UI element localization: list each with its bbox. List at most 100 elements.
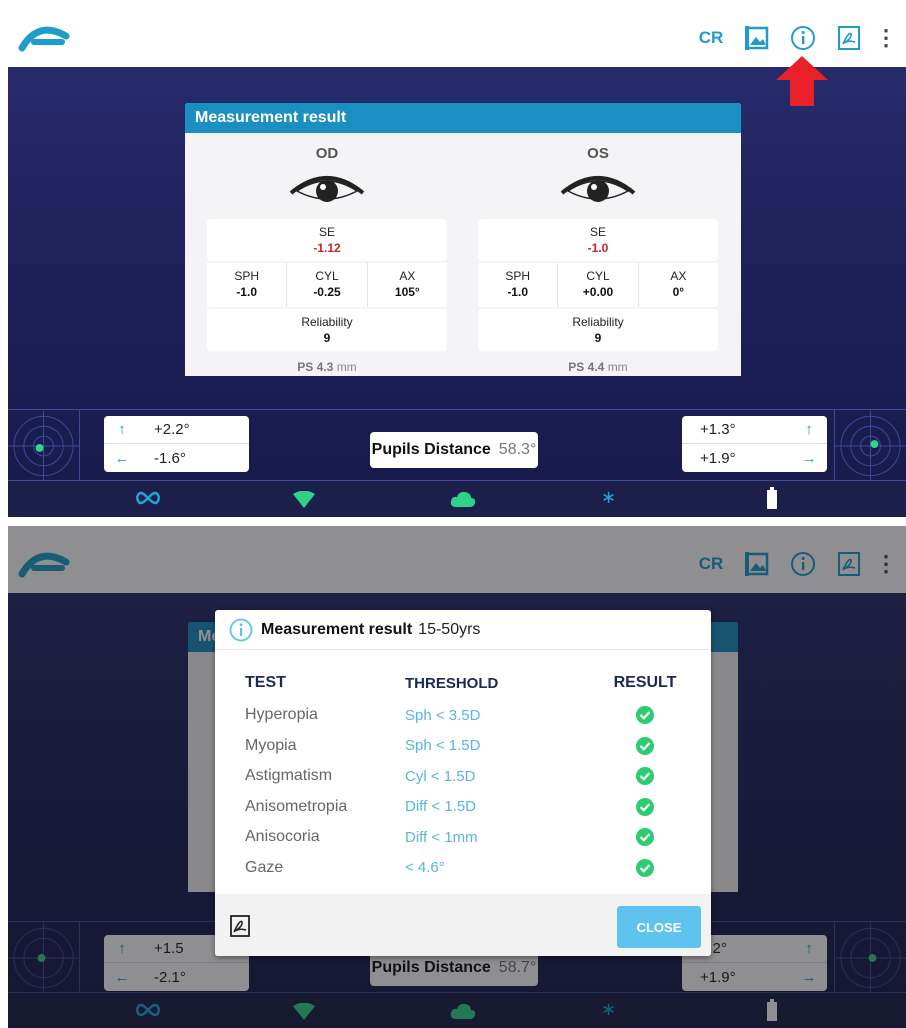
results-table: TEST THRESHOLD RESULT Hyperopia Sph < 3.… <box>245 666 685 883</box>
infinity-icon[interactable] <box>134 489 162 507</box>
result-cell <box>605 736 685 756</box>
toolbar-actions: CR ⋮ <box>688 22 900 54</box>
test-name: Anisocoria <box>245 828 320 846</box>
result-header: RESULT <box>613 674 677 691</box>
sph-cell: SPH -1.0 <box>207 263 288 307</box>
ax-label: AX <box>399 269 416 283</box>
threshold-value: Cyl < 1.5D <box>405 767 476 785</box>
more-vert-icon[interactable]: ⋮ <box>872 25 900 51</box>
test-header: TEST <box>245 674 286 691</box>
card-body: OD SE -1.12 SPH -1.0 CYL -0.25 AX 105° R… <box>185 133 741 376</box>
cyl-cell: CYL -0.25 <box>287 263 368 307</box>
close-button[interactable]: CLOSE <box>617 906 701 948</box>
se-value: -1.12 <box>313 241 341 255</box>
card-title: Measurement result <box>185 103 741 133</box>
se-value: -1.0 <box>587 241 609 255</box>
ps-unit: mm <box>607 360 628 374</box>
result-cell <box>605 797 685 817</box>
table-row: Myopia Sph < 1.5D <box>245 731 685 762</box>
battery-icon <box>767 487 777 509</box>
sph-label: SPH <box>234 269 259 283</box>
result-cell <box>605 766 685 786</box>
cyl-cell: CYL +0.00 <box>558 263 639 307</box>
ax-value: 0° <box>672 285 685 299</box>
screen-result-details: CR ⋮ Me ↑ +1.5 ← -2.1° Pupils Distance 5… <box>8 526 906 1028</box>
se-box: SE -1.0 <box>478 219 718 261</box>
measurement-result-card: Measurement result OD SE -1.12 SPH -1.0 … <box>185 103 741 376</box>
wifi-icon[interactable] <box>292 491 316 509</box>
test-name: Myopia <box>245 736 297 754</box>
threshold-value: Diff < 1mm <box>405 828 478 846</box>
pdf-icon[interactable] <box>826 22 872 54</box>
table-row: Anisometropia Diff < 1.5D <box>245 792 685 823</box>
cyl-value: +0.00 <box>582 285 614 299</box>
status-bar: ∗ <box>8 481 906 517</box>
screen-measurement-result: CR ⋮ Measurement result OD SE -1.12 SPH … <box>8 0 906 517</box>
pdf-icon[interactable] <box>229 914 251 938</box>
check-circle-icon <box>636 767 654 786</box>
result-cell <box>605 858 685 878</box>
threshold-value: < 4.6° <box>405 859 445 877</box>
result-details-dialog: Measurement result 15-50yrs TEST THRESHO… <box>215 610 711 956</box>
eye-icon <box>560 176 636 202</box>
table-row: Gaze < 4.6° <box>245 853 685 884</box>
arrow-right-icon: → <box>801 449 817 467</box>
se-box: SE -1.12 <box>207 219 447 261</box>
ax-cell: AX 0° <box>639 263 718 307</box>
reliability-box: Reliability 9 <box>207 309 447 351</box>
threshold-value: Sph < 1.5D <box>405 737 481 755</box>
dialog-footer: CLOSE <box>215 894 711 956</box>
cloud-icon[interactable] <box>449 489 477 509</box>
gaze-horizontal-value: -1.6° <box>154 449 186 467</box>
os-label: OS <box>587 145 609 162</box>
ps-value: 4.4 <box>587 360 605 374</box>
cr-button[interactable]: CR <box>688 28 734 48</box>
pupil-size: PS 4.4 mm <box>478 360 718 374</box>
pupils-distance-label: Pupils Distance <box>371 441 491 458</box>
se-label: SE <box>589 225 606 239</box>
eye-icon <box>289 176 365 202</box>
threshold-header: THRESHOLD <box>405 674 499 692</box>
check-circle-icon <box>636 797 654 816</box>
gaze-target-icon <box>8 410 80 482</box>
info-icon <box>229 618 253 641</box>
gaze-horizontal-value: +1.9° <box>700 449 736 467</box>
reliability-value: 9 <box>323 331 331 345</box>
gaze-vertical-row: ↑ +2.2° <box>104 416 249 444</box>
bluetooth-icon[interactable]: ∗ <box>601 487 616 508</box>
table-row: Astigmatism Cyl < 1.5D <box>245 761 685 792</box>
info-icon[interactable] <box>780 22 826 54</box>
result-cell <box>605 705 685 725</box>
reliability-value: 9 <box>594 331 602 345</box>
arrow-left-icon: ← <box>114 449 130 467</box>
od-label: OD <box>315 145 339 162</box>
ps-label: PS <box>568 360 585 374</box>
check-circle-icon <box>636 736 654 755</box>
cyl-value: -0.25 <box>313 285 341 299</box>
ax-label: AX <box>670 269 687 283</box>
os-column: OS SE -1.0 SPH -1.0 CYL +0.00 AX 0° Reli… <box>478 133 718 376</box>
test-name: Gaze <box>245 858 284 876</box>
test-name: Hyperopia <box>245 706 318 724</box>
reliability-label: Reliability <box>572 315 624 329</box>
cyl-label: CYL <box>586 269 610 283</box>
gallery-icon[interactable] <box>734 22 780 54</box>
gaze-target-icon <box>834 410 906 482</box>
check-circle-icon <box>636 706 654 725</box>
sph-label: SPH <box>505 269 530 283</box>
pupils-distance-badge: Pupils Distance 58.3° <box>370 432 538 468</box>
dialog-header: Measurement result 15-50yrs <box>215 610 711 650</box>
sph-cell: SPH -1.0 <box>478 263 559 307</box>
test-name: Astigmatism <box>245 767 333 785</box>
sph-value: -1.0 <box>507 285 528 299</box>
refraction-row: SPH -1.0 CYL +0.00 AX 0° <box>478 263 718 307</box>
pupils-distance-value: 58.3° <box>498 441 537 458</box>
sph-value: -1.0 <box>236 285 257 299</box>
se-label: SE <box>318 225 335 239</box>
test-name: Anisometropia <box>245 797 348 815</box>
table-row: Anisocoria Diff < 1mm <box>245 822 685 853</box>
ps-unit: mm <box>336 360 357 374</box>
ps-label: PS <box>297 360 314 374</box>
dialog-title: Measurement result <box>261 620 413 638</box>
refraction-row: SPH -1.0 CYL -0.25 AX 105° <box>207 263 447 307</box>
